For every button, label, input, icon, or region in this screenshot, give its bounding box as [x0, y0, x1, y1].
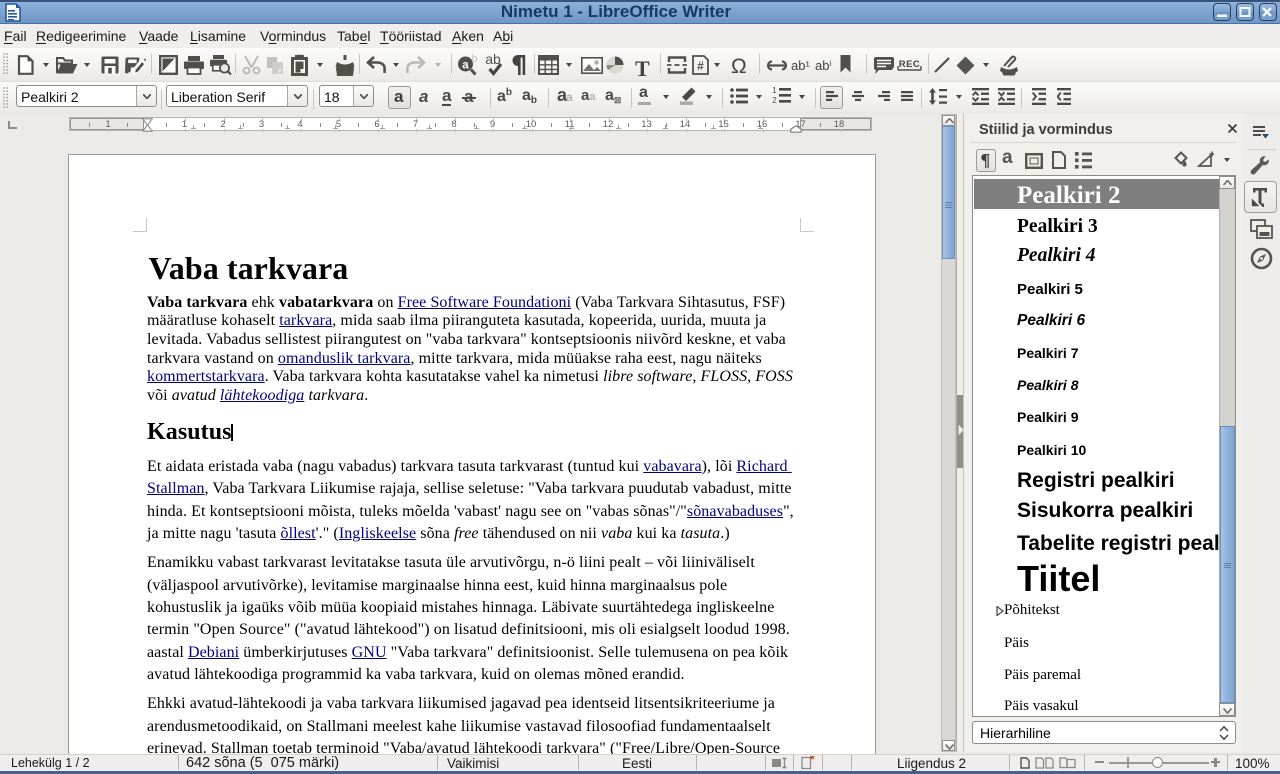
svg-text:*: *	[810, 756, 815, 767]
svg-text:b: b	[471, 54, 477, 65]
svg-text:a: a	[462, 60, 469, 72]
svg-text:2: 2	[772, 96, 777, 105]
svg-text:1: 1	[772, 86, 777, 95]
svg-text:#: #	[697, 59, 704, 73]
svg-text:REC: REC	[899, 59, 921, 70]
